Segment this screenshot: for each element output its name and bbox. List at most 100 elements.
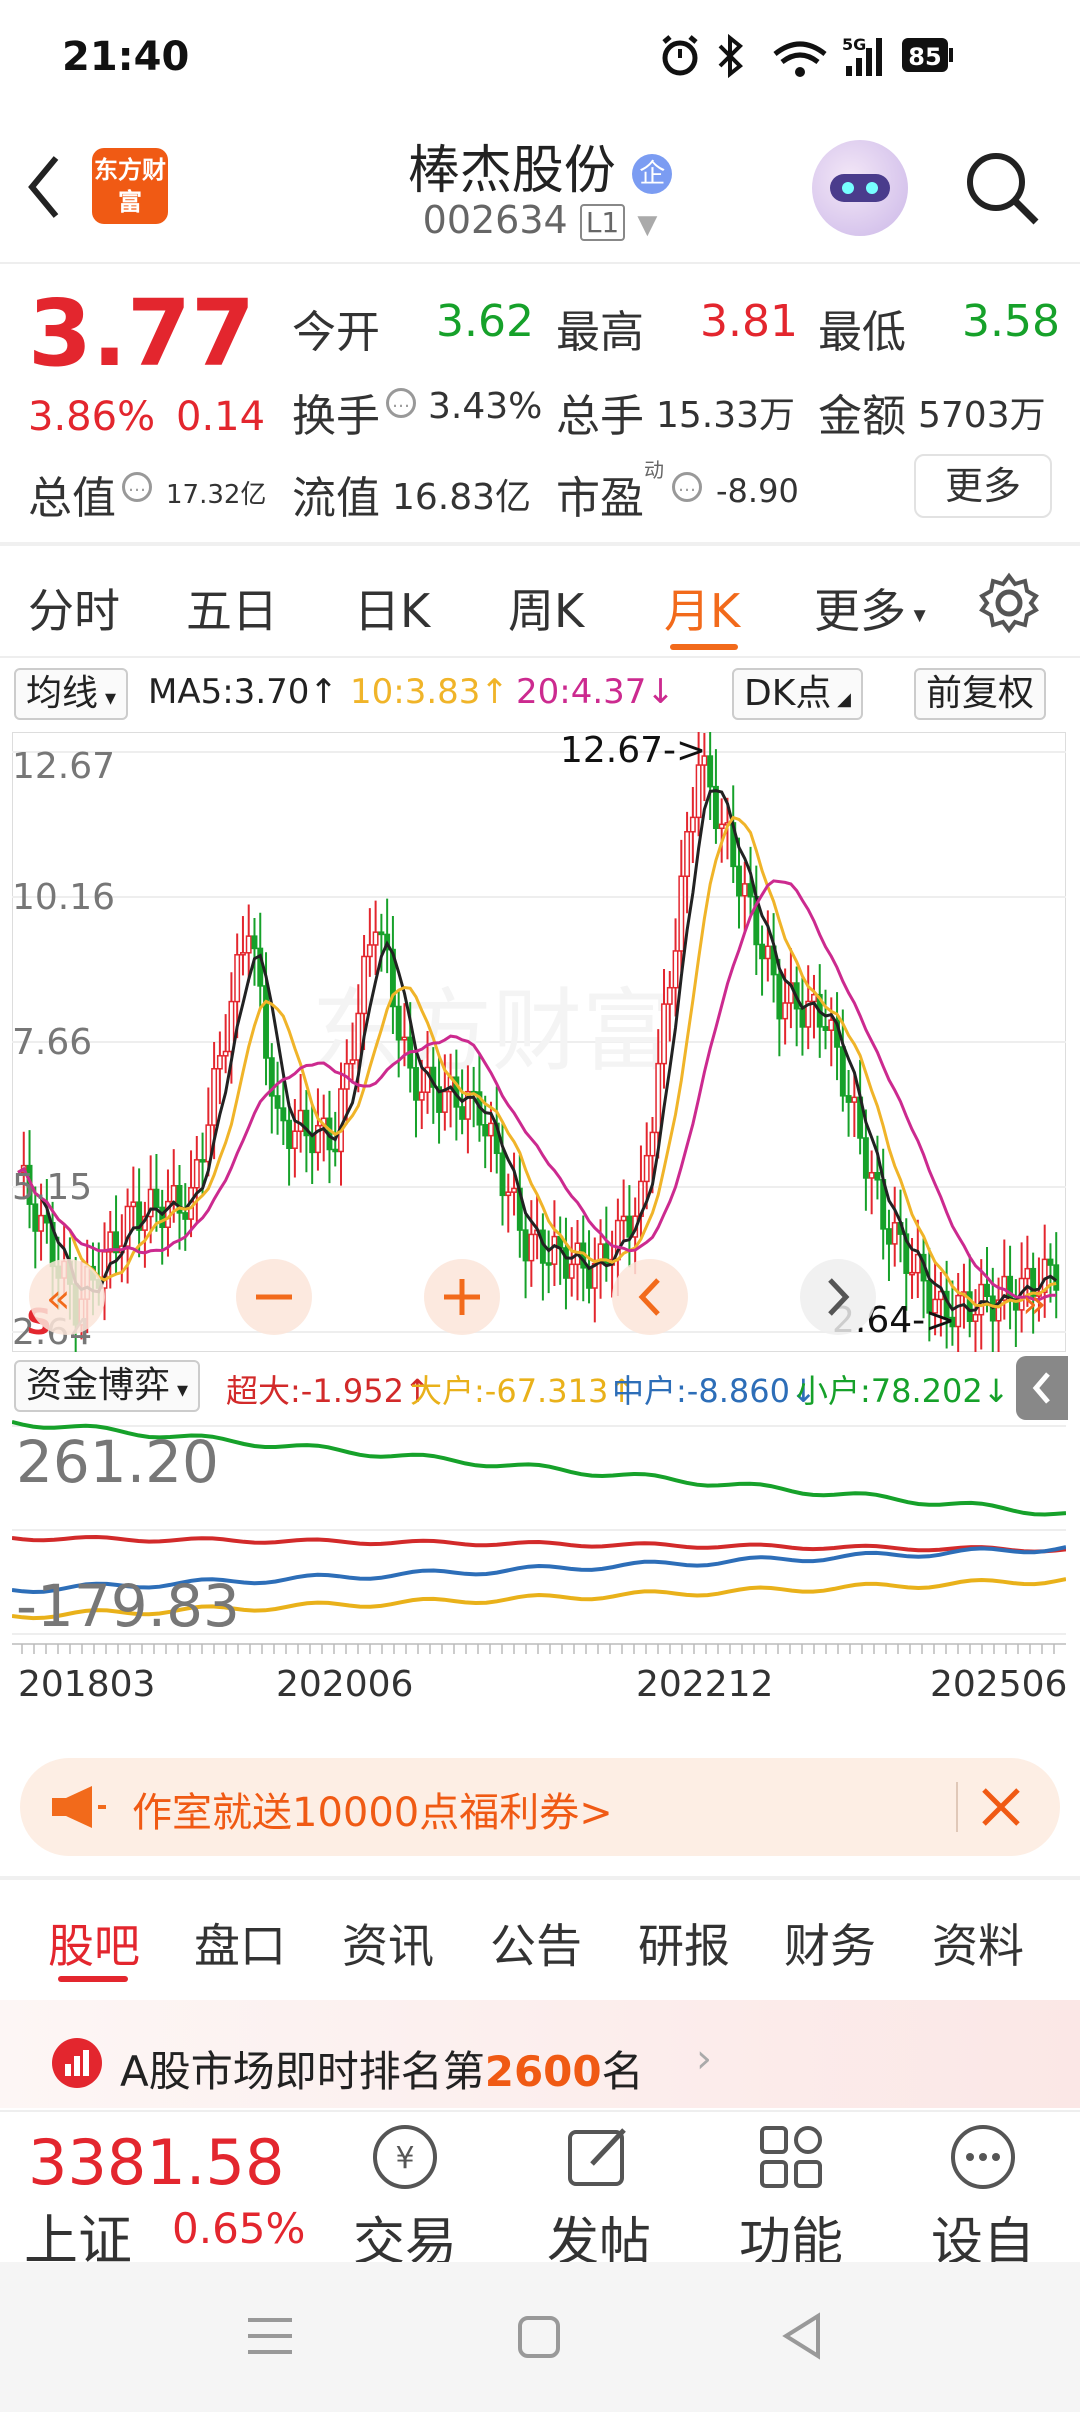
- candle-body: [441, 1090, 448, 1113]
- volume-value: 15.33万: [656, 395, 796, 436]
- tab-forum[interactable]: 股吧: [48, 1910, 140, 1976]
- candle-body: [32, 1203, 39, 1232]
- info-icon[interactable]: …: [122, 472, 152, 502]
- zoom-out-button[interactable]: [236, 1259, 312, 1335]
- tab-profile[interactable]: 资料: [932, 1910, 1024, 1976]
- candle-body: [799, 1007, 806, 1028]
- candle-body: [130, 1201, 137, 1208]
- wifi-icon: [773, 41, 827, 77]
- candle-body: [286, 1119, 293, 1149]
- candle-body: [291, 1130, 298, 1149]
- scroll-right-button[interactable]: [800, 1259, 876, 1335]
- candle-body: [211, 1068, 218, 1126]
- candle-body: [170, 1184, 177, 1203]
- active-tab-indicator: [670, 644, 738, 650]
- info-icon[interactable]: …: [672, 472, 702, 502]
- tab-announcements[interactable]: 公告: [490, 1910, 582, 1976]
- candle-body: [372, 931, 379, 946]
- candle-body: [984, 1283, 990, 1297]
- candle-body: [251, 935, 258, 950]
- candle-body: [643, 1154, 650, 1183]
- back-nav-icon[interactable]: [776, 2310, 832, 2362]
- rank-number: 2600: [484, 2047, 602, 2096]
- scroll-left-fast-button[interactable]: «: [29, 1259, 105, 1335]
- tab-weekly-k[interactable]: 周K: [508, 575, 584, 641]
- trade-button[interactable]: ¥ 交易: [340, 2112, 470, 2273]
- tab-news[interactable]: 资讯: [342, 1910, 434, 1976]
- robot-assistant-icon[interactable]: [812, 140, 908, 236]
- fund-y-bottom: -179.83: [16, 1572, 240, 1640]
- scroll-right-fast-button[interactable]: »: [1022, 1281, 1046, 1327]
- candle-body: [649, 1131, 656, 1157]
- tab-financials[interactable]: 财务: [784, 1910, 876, 1976]
- footer-bar: 3381.58 上证 0.65% ¥ 交易 发帖 功能 设自: [0, 2110, 1080, 2273]
- candle-body: [159, 1206, 166, 1229]
- candle-body: [395, 1005, 402, 1041]
- candle-body: [234, 954, 241, 1003]
- function-button[interactable]: 功能: [726, 2112, 856, 2273]
- candle-body: [891, 1222, 898, 1245]
- candle-body: [355, 1012, 362, 1061]
- tab-monthly-k[interactable]: 月K: [664, 575, 740, 641]
- stock-code-row[interactable]: 002634 L1 ▼: [0, 198, 1080, 242]
- gear-icon[interactable]: [978, 572, 1040, 634]
- dk-point-selector[interactable]: DK点 ◢: [732, 668, 863, 720]
- fund-indicator-selector[interactable]: 资金博弈 ▾: [14, 1360, 201, 1412]
- candle-body: [459, 1106, 466, 1120]
- candle-body: [666, 986, 673, 1005]
- tab-intraday[interactable]: 分时: [28, 575, 120, 641]
- svg-text:5G: 5G: [842, 35, 866, 54]
- tab-more[interactable]: 更多 ▾: [814, 575, 926, 641]
- scroll-left-button[interactable]: [612, 1259, 688, 1335]
- banner-divider: [956, 1782, 958, 1832]
- y-axis-label: 10.16: [12, 877, 115, 918]
- candle-body: [862, 1137, 869, 1179]
- tab-research[interactable]: 研报: [638, 1910, 730, 1976]
- watchlist-button[interactable]: 设自: [918, 2112, 1048, 2273]
- index-value[interactable]: 3381.58: [28, 2126, 284, 2199]
- grid-icon: [760, 2126, 822, 2188]
- tab-orderbook[interactable]: 盘口: [194, 1910, 286, 1976]
- caret-down-icon: ▾: [98, 686, 117, 711]
- candle-body: [499, 1152, 506, 1197]
- close-icon[interactable]: [978, 1784, 1024, 1830]
- svg-text:¥: ¥: [395, 2141, 414, 2176]
- candle-body: [488, 1122, 494, 1137]
- promo-banner[interactable]: 作室就送10000点福利券>: [20, 1758, 1060, 1856]
- candle-body: [528, 1233, 535, 1262]
- rank-bar[interactable]: A股市场即时排名第2600名 ›: [0, 2000, 1080, 2108]
- info-icon[interactable]: …: [386, 388, 416, 418]
- candle-body: [822, 1026, 829, 1031]
- fund-y-top: 261.20: [16, 1428, 219, 1496]
- x-axis: 201803 202006 202212 202506: [12, 1643, 1066, 1705]
- status-icons: 5G 85: [662, 33, 953, 79]
- adjust-selector[interactable]: 前复权: [914, 668, 1047, 720]
- medium-value: 中户:-8.860↓: [612, 1372, 817, 1410]
- recent-apps-icon[interactable]: [240, 2312, 300, 2362]
- tab-five-day[interactable]: 五日: [186, 575, 278, 641]
- post-button[interactable]: 发帖: [534, 2112, 664, 2273]
- candle-body: [263, 985, 269, 1059]
- collapse-panel-button[interactable]: [1016, 1356, 1068, 1420]
- high-value: 3.81: [700, 296, 798, 347]
- zoom-in-button[interactable]: [424, 1259, 500, 1335]
- candle-body: [551, 1235, 558, 1265]
- candle-body: [718, 823, 725, 830]
- more-quote-button[interactable]: 更多: [914, 454, 1052, 518]
- tab-daily-k[interactable]: 日K: [354, 575, 430, 641]
- indicator-selector[interactable]: 均线 ▾: [14, 668, 129, 720]
- kline-chart[interactable]: 东方财富 12.6710.167.665.152.64 12.67-> 2.64…: [12, 732, 1066, 1352]
- high-label: 最高: [556, 307, 644, 358]
- candle-body: [886, 1228, 892, 1245]
- ma10-value: 10:3.83↑: [350, 672, 509, 712]
- turnover-label: 换手: [292, 391, 380, 442]
- candle-body: [972, 1313, 979, 1322]
- candle-body: [678, 875, 685, 952]
- fund-flow-chart[interactable]: 261.20 -179.83: [12, 1420, 1066, 1640]
- svg-text:85: 85: [908, 43, 941, 71]
- candle-body: [297, 1109, 304, 1133]
- search-icon[interactable]: [962, 148, 1042, 228]
- home-icon[interactable]: [512, 2312, 568, 2362]
- bluetooth-icon: [718, 33, 743, 79]
- volume-label: 总手: [556, 391, 644, 442]
